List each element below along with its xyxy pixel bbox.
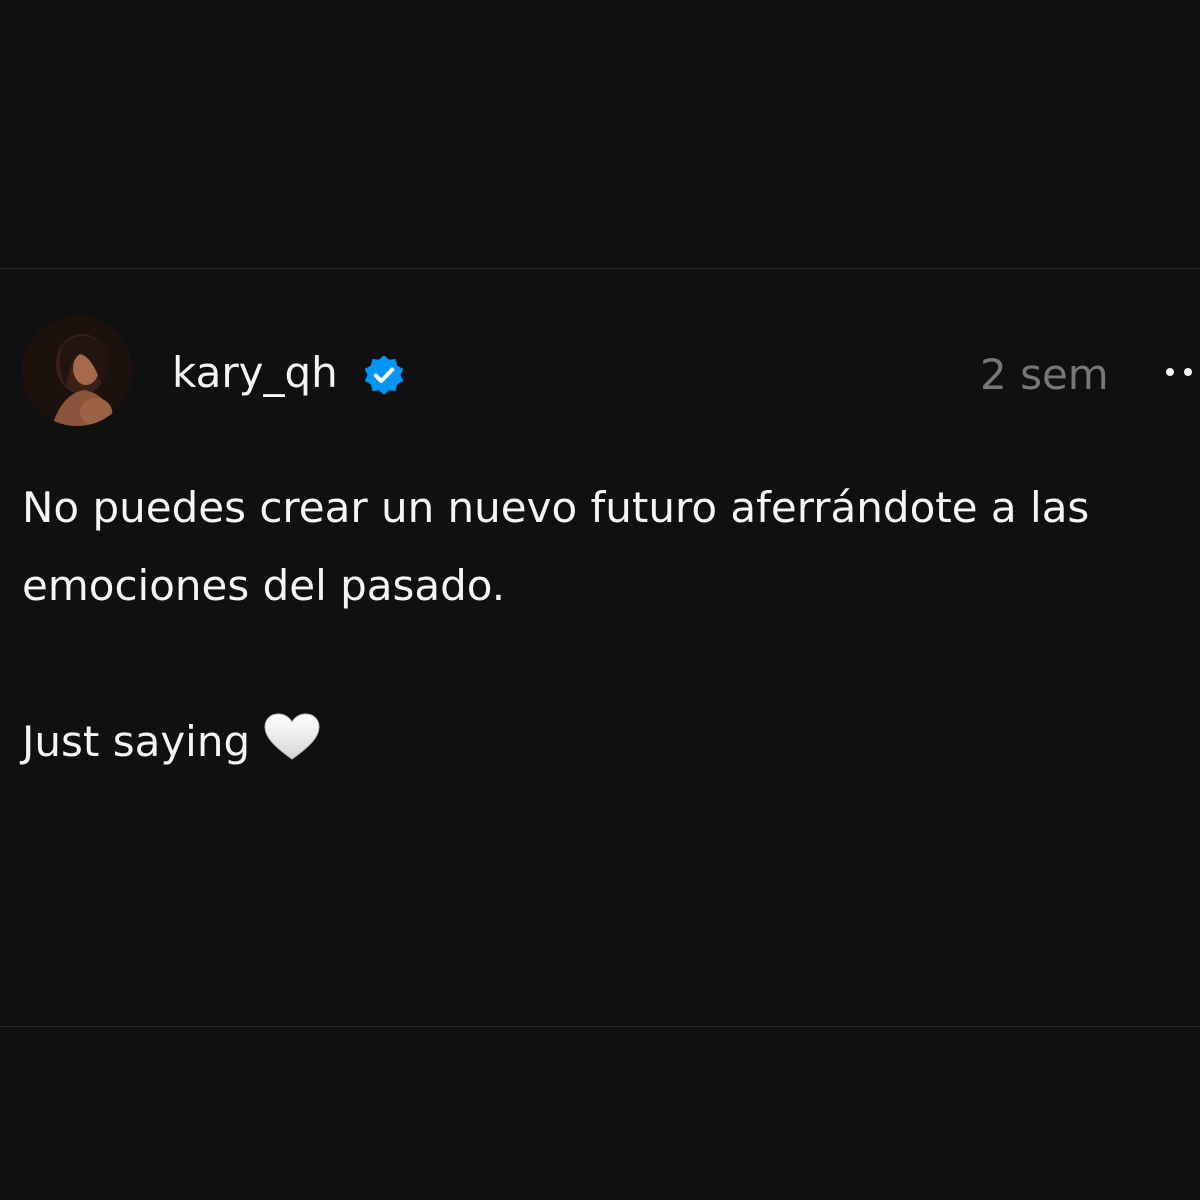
white-heart-icon [264,713,320,760]
more-options-icon [1166,368,1192,376]
post-timestamp: 2 sem [980,350,1109,399]
verified-badge-icon [364,355,404,395]
post-text-main: No puedes crear un nuevo futuro aferránd… [22,483,1090,610]
post-body: No puedes crear un nuevo futuro aferránd… [22,469,1182,781]
bottom-divider [0,1026,1200,1027]
post-text-closing: Just saying [22,703,1182,781]
username[interactable]: kary_qh [172,343,338,403]
post-card[interactable]: kary_qh 2 sem No puedes crear un nuevo f… [0,269,1200,1026]
more-options-button[interactable] [1155,357,1200,387]
post-text-closing-label: Just saying [22,717,251,766]
avatar[interactable] [22,316,132,426]
avatar-image [22,316,132,426]
